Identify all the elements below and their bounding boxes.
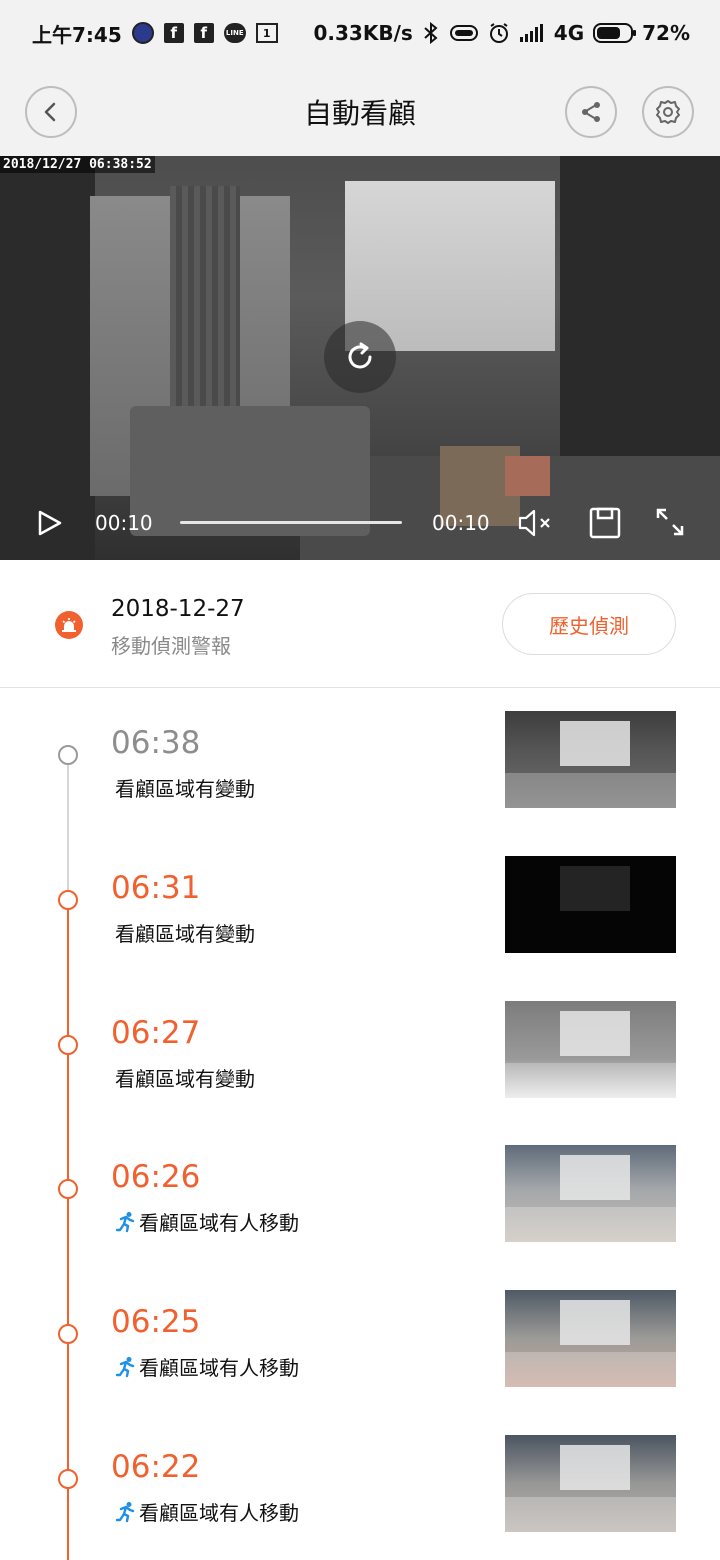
event-timeline: 06:38 看顧區域有變動 06:31 看顧區域有變動 06:27 看顧區域有變…	[0, 689, 720, 1560]
event-description: 看顧區域有變動	[115, 918, 255, 947]
event-description-text: 看顧區域有變動	[115, 922, 255, 946]
event-time: 06:27	[111, 1015, 201, 1051]
alarm-icon	[55, 611, 83, 639]
event-time: 06:31	[111, 870, 201, 906]
timeline-dot	[58, 1035, 78, 1055]
save-button[interactable]	[588, 506, 622, 544]
facebook-icon: f	[193, 23, 214, 43]
event-thumbnail[interactable]	[505, 856, 676, 953]
signal-icon	[519, 23, 545, 43]
event-time: 06:22	[111, 1449, 201, 1485]
alarm-summary: 2018-12-27 移動偵測警報 歷史偵測	[0, 560, 720, 688]
event-description-text: 看顧區域有變動	[115, 1067, 255, 1091]
event-item[interactable]: 06:22 看顧區域有人移動	[0, 1413, 720, 1558]
event-thumbnail[interactable]	[505, 1290, 676, 1387]
play-button[interactable]	[34, 508, 64, 542]
share-button[interactable]	[565, 86, 617, 138]
network-speed: 0.33KB/s	[313, 21, 413, 45]
fullscreen-icon	[656, 508, 684, 536]
timeline-dot	[58, 890, 78, 910]
person-running-icon	[115, 1356, 135, 1377]
share-icon	[582, 102, 600, 122]
event-description-text: 看顧區域有人移動	[139, 1211, 299, 1235]
app-notification-icon	[131, 22, 154, 44]
event-description-text: 看顧區域有變動	[115, 777, 255, 801]
video-controls: 00:10 00:10	[0, 486, 720, 560]
clock: 上午7:45	[32, 22, 122, 47]
fullscreen-button[interactable]	[654, 506, 686, 542]
seek-bar[interactable]	[180, 521, 402, 524]
battery-level	[597, 27, 621, 39]
timeline-dot	[58, 745, 78, 765]
network-type: 4G	[553, 21, 585, 45]
timeline-dot	[58, 1179, 78, 1199]
history-button[interactable]: 歷史偵測	[502, 593, 676, 655]
event-thumbnail[interactable]	[505, 711, 676, 808]
event-time: 06:25	[111, 1304, 201, 1340]
event-item[interactable]: 06:27 看顧區域有變動	[0, 979, 720, 1124]
event-item[interactable]: 06:25 看顧區域有人移動	[0, 1268, 720, 1413]
timeline-dot	[58, 1324, 78, 1344]
vibrate-icon	[449, 23, 479, 43]
settings-button[interactable]	[642, 86, 694, 138]
event-description: 看顧區域有人移動	[115, 1497, 299, 1526]
gear-icon	[656, 100, 680, 124]
event-description: 看顧區域有人移動	[115, 1207, 299, 1236]
calendar-icon: 1	[255, 23, 278, 43]
event-description-text: 看顧區域有人移動	[139, 1501, 299, 1525]
status-bar: 上午7:45 f f LINE 1 0.33KB/s 4G 72%	[0, 0, 720, 66]
timeline-dot	[58, 1469, 78, 1489]
line-icon: LINE	[223, 23, 246, 43]
person-running-icon	[115, 1211, 135, 1232]
current-time: 00:10	[95, 511, 153, 535]
event-time: 06:26	[111, 1159, 201, 1195]
volume-muted-icon	[518, 509, 550, 537]
event-description: 看顧區域有變動	[115, 1063, 255, 1092]
alarm-date: 2018-12-27	[111, 596, 245, 622]
event-item[interactable]: 06:31 看顧區域有變動	[0, 834, 720, 979]
event-item[interactable]: 06:38 看顧區域有變動	[0, 689, 720, 834]
mute-button[interactable]	[516, 506, 554, 544]
alarm-subtitle: 移動偵測警報	[111, 634, 231, 658]
event-description-text: 看顧區域有人移動	[139, 1356, 299, 1380]
refresh-icon	[348, 342, 372, 369]
event-thumbnail[interactable]	[505, 1001, 676, 1098]
person-running-icon	[115, 1501, 135, 1522]
bluetooth-icon	[422, 22, 440, 44]
play-icon	[38, 510, 62, 536]
event-thumbnail[interactable]	[505, 1145, 676, 1242]
event-thumbnail[interactable]	[505, 1435, 676, 1532]
battery-percent: 72%	[642, 21, 690, 45]
reload-button[interactable]	[324, 321, 396, 393]
battery-icon	[593, 23, 637, 43]
facebook-icon: f	[163, 23, 184, 43]
app-header: 自動看顧	[0, 66, 720, 156]
event-description: 看顧區域有變動	[115, 773, 255, 802]
video-player[interactable]: 2018/12/27 06:38:52 00:10 00:10	[0, 156, 720, 560]
event-item[interactable]: 06:26 看顧區域有人移動	[0, 1123, 720, 1268]
total-time: 00:10	[432, 511, 490, 535]
event-description: 看顧區域有人移動	[115, 1352, 299, 1381]
alarm-clock-icon	[488, 22, 510, 44]
video-timestamp: 2018/12/27 06:38:52	[0, 156, 155, 173]
save-icon	[589, 507, 621, 539]
event-time: 06:38	[111, 725, 201, 761]
